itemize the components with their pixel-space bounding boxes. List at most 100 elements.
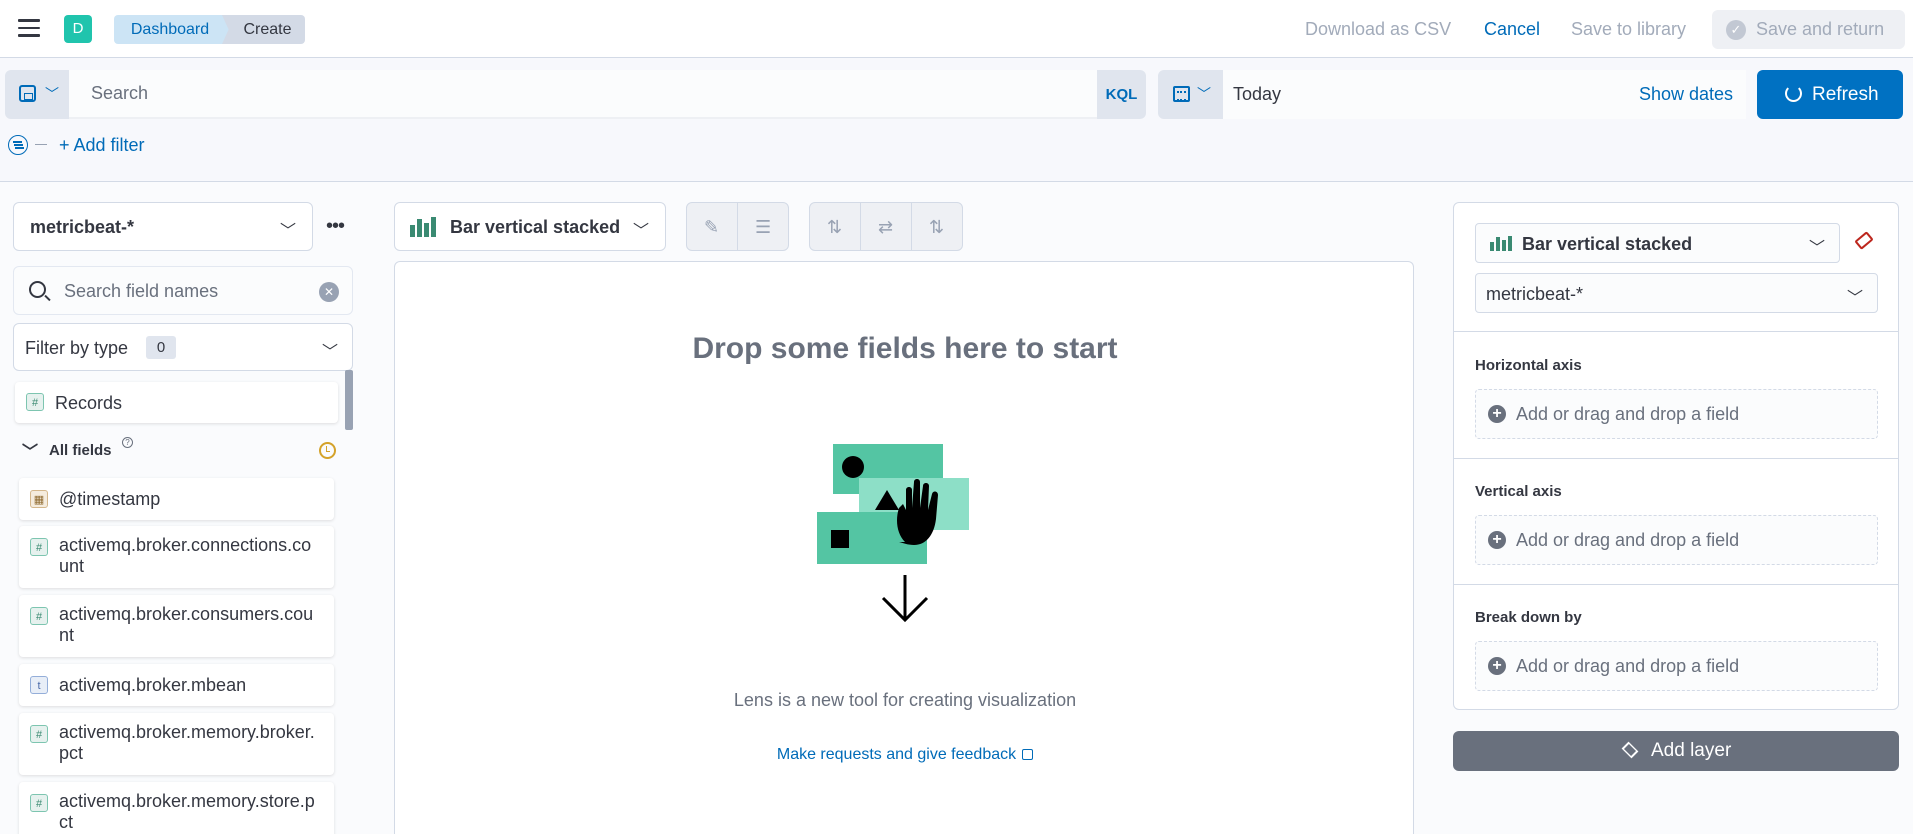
paintbrush-button[interactable]: ✎ xyxy=(687,203,738,250)
clock-icon xyxy=(319,442,336,459)
chevron-down-icon: ﹀ xyxy=(321,344,338,361)
hamburger-menu-icon[interactable] xyxy=(18,19,40,39)
drop-fields-title: Drop some fields here to start xyxy=(692,332,1118,365)
date-value: Today xyxy=(1233,84,1282,104)
all-fields-label: All fields xyxy=(49,442,112,459)
plus-circle-icon: + xyxy=(1488,657,1506,675)
chart-type-label: Bar vertical stacked xyxy=(450,217,621,237)
calendar-icon xyxy=(1173,86,1190,102)
right-axis-icon: ⇅ xyxy=(929,217,945,237)
filter-by-type-label: Filter by type xyxy=(25,338,129,358)
refresh-icon xyxy=(1785,85,1802,102)
plus-circle-icon: + xyxy=(1488,531,1506,549)
layer-config-panel: Bar vertical stacked ﹀ metricbeat-* ﹀ Ho… xyxy=(1453,202,1899,710)
toolbar-group-style: ✎ ☰ xyxy=(686,202,789,251)
field-search-box: ✕ xyxy=(13,266,353,315)
field-item-records[interactable]: # Records xyxy=(15,382,338,423)
list-icon: ☰ xyxy=(755,217,772,237)
field-name: activemq.broker.mbean xyxy=(59,675,247,695)
number-type-icon: # xyxy=(30,794,48,812)
query-language-button[interactable]: KQL xyxy=(1097,70,1146,119)
right-axis-button[interactable]: ⇅ xyxy=(912,203,963,250)
date-range-display[interactable]: Today Show dates xyxy=(1223,70,1746,119)
layer-index-pattern-select[interactable]: metricbeat-* ﹀ xyxy=(1475,273,1878,313)
external-link-icon xyxy=(1022,749,1034,760)
chevron-down-icon: ﹀ xyxy=(279,223,296,240)
paintbrush-icon: ✎ xyxy=(704,217,720,237)
divider xyxy=(1454,331,1898,332)
field-name: activemq.broker.memory.broker.pct xyxy=(59,722,315,763)
more-options-icon[interactable]: ••• xyxy=(326,216,345,236)
query-bar: ﹀ KQL ﹀ Today Show dates Refresh + Add f… xyxy=(0,58,1913,182)
clear-icon[interactable]: ✕ xyxy=(319,282,339,302)
number-type-icon: # xyxy=(30,725,48,743)
refresh-label: Refresh xyxy=(1812,84,1879,105)
drop-hint: Add or drag and drop a field xyxy=(1516,530,1740,550)
help-icon[interactable]: ? xyxy=(122,437,133,448)
field-name: activemq.broker.connections.count xyxy=(59,535,312,576)
number-type-icon: # xyxy=(26,393,44,411)
chart-type-switcher[interactable]: Bar vertical stacked ﹀ xyxy=(394,202,666,251)
visualization-workspace[interactable]: Drop some fields here to start Lens is a… xyxy=(394,261,1414,834)
chevron-down-icon: ﹀ xyxy=(1197,86,1211,102)
eraser-icon[interactable] xyxy=(1854,231,1874,250)
chevron-down-icon: ﹀ xyxy=(632,223,649,240)
filter-by-type-button[interactable]: Filter by type 0 ﹀ xyxy=(13,323,353,371)
breadcrumb-dashboard[interactable]: Dashboard xyxy=(114,15,234,44)
field-item[interactable]: ▦ @timestamp xyxy=(19,478,334,520)
drop-hint: Add or drag and drop a field xyxy=(1516,656,1740,676)
chevron-down-icon: ﹀ xyxy=(1846,290,1863,307)
feedback-link-label: Make requests and give feedback xyxy=(776,746,1017,763)
date-quick-menu-button[interactable]: ﹀ xyxy=(1158,70,1223,119)
field-item[interactable]: # activemq.broker.memory.broker.pct xyxy=(19,713,334,775)
field-name: activemq.broker.memory.store.pct xyxy=(59,791,315,832)
field-item[interactable]: # activemq.broker.consumers.count xyxy=(19,595,334,657)
field-item[interactable]: # activemq.broker.memory.store.pct xyxy=(19,782,334,834)
space-avatar[interactable]: D xyxy=(64,15,92,43)
horizontal-axis-drop-zone[interactable]: + Add or drag and drop a field xyxy=(1475,389,1878,439)
bottom-axis-icon: ⇄ xyxy=(878,217,894,237)
feedback-link[interactable]: Make requests and give feedback xyxy=(395,746,1415,764)
field-item[interactable]: # activemq.broker.connections.count xyxy=(19,526,334,588)
field-item[interactable]: t activemq.broker.mbean xyxy=(19,664,334,706)
filter-divider xyxy=(35,144,47,145)
save-and-return-label: Save and return xyxy=(1756,19,1885,39)
download-csv-button[interactable]: Download as CSV xyxy=(1305,19,1451,40)
drop-hint: Add or drag and drop a field xyxy=(1516,404,1740,424)
vertical-axis-drop-zone[interactable]: + Add or drag and drop a field xyxy=(1475,515,1878,565)
bottom-axis-button[interactable]: ⇄ xyxy=(861,203,912,250)
chevron-down-icon: ﹀ xyxy=(22,444,39,461)
search-input[interactable] xyxy=(69,70,1097,119)
layer-chart-type-label: Bar vertical stacked xyxy=(1522,234,1693,254)
divider xyxy=(1454,458,1898,459)
legend-button[interactable]: ☰ xyxy=(738,203,789,250)
lens-description: Lens is a new tool for creating visualiz… xyxy=(733,690,1077,710)
layer-index-pattern-label: metricbeat-* xyxy=(1486,284,1584,304)
add-layer-button[interactable]: Add layer xyxy=(1453,731,1899,771)
left-axis-button[interactable]: ⇅ xyxy=(810,203,861,250)
date-type-icon: ▦ xyxy=(30,490,48,508)
add-filter-button[interactable]: + Add filter xyxy=(59,135,145,156)
show-dates-link[interactable]: Show dates xyxy=(1639,84,1733,105)
sidebar-scrollbar[interactable] xyxy=(345,370,353,430)
chevron-down-icon: ﹀ xyxy=(1808,240,1825,257)
plus-circle-icon: + xyxy=(1488,405,1506,423)
saved-query-button[interactable]: ﹀ xyxy=(5,70,69,119)
layer-chart-type-select[interactable]: Bar vertical stacked ﹀ xyxy=(1475,223,1840,263)
cancel-button[interactable]: Cancel xyxy=(1484,19,1540,40)
horizontal-axis-title: Horizontal axis xyxy=(1475,357,1582,374)
number-type-icon: # xyxy=(30,607,48,625)
add-layer-label: Add layer xyxy=(1651,740,1732,761)
refresh-button[interactable]: Refresh xyxy=(1757,70,1903,119)
string-type-icon: t xyxy=(30,676,48,694)
filter-count-badge: 0 xyxy=(146,336,176,359)
break-down-drop-zone[interactable]: + Add or drag and drop a field xyxy=(1475,641,1878,691)
filter-options-icon[interactable] xyxy=(8,135,28,155)
save-disk-icon xyxy=(19,85,36,102)
field-search-input[interactable] xyxy=(64,280,314,302)
save-and-return-button[interactable]: ✓ Save and return xyxy=(1712,10,1905,49)
save-to-library-button[interactable]: Save to library xyxy=(1571,19,1686,40)
index-pattern-select[interactable]: metricbeat-* ﹀ xyxy=(13,202,313,251)
field-name: @timestamp xyxy=(59,489,161,509)
bar-chart-icon xyxy=(410,217,440,237)
